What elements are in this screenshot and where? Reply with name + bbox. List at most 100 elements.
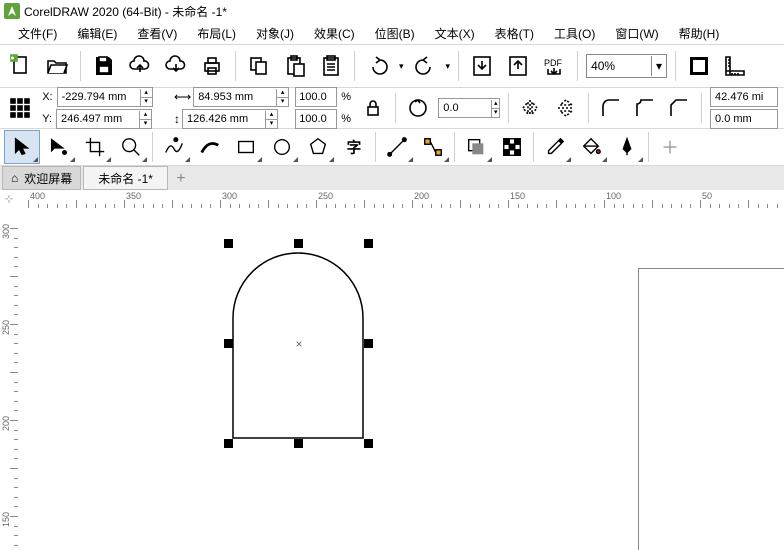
menu-table[interactable]: 表格(T) [485,23,544,44]
shape-tool[interactable] [42,131,76,163]
tab-welcome[interactable]: ⌂ 欢迎屏幕 [2,166,81,190]
menu-bar: 文件(F) 编辑(E) 查看(V) 布局(L) 对象(J) 效果(C) 位图(B… [0,22,784,44]
export-button[interactable] [503,51,533,81]
standard-toolbar: ▾ ▾ PDF ▾ [0,44,784,88]
separator [588,93,589,123]
menu-tool[interactable]: 工具(O) [544,23,605,44]
width-input[interactable] [194,89,276,105]
cloud-download-button[interactable] [161,51,191,81]
connector-tool[interactable] [416,131,450,163]
dropdown-icon[interactable]: ▾ [399,61,404,72]
save-button[interactable] [89,51,119,81]
width-icon: ⟷ [174,90,191,104]
selection-handle[interactable] [364,339,373,348]
drop-shadow-tool[interactable] [459,131,493,163]
selection-handle[interactable] [224,339,233,348]
x-input[interactable] [58,89,140,105]
mirror-v-button[interactable] [551,93,579,123]
paste-button[interactable] [280,51,310,81]
selection-center: × [295,337,302,351]
rotation-input[interactable] [439,100,491,116]
property-bar: X:▴▾ Y:▴▾ ⟷▴▾ ↕▴▾ % % ▴▾ [0,88,784,129]
add-tab-button[interactable]: + [170,168,192,190]
y-input[interactable] [57,111,139,127]
open-button[interactable] [42,51,72,81]
mirror-h-button[interactable] [517,93,545,123]
outline-pen-tool[interactable] [610,131,644,163]
dimension-tool[interactable] [380,131,414,163]
zoom-input[interactable] [587,56,651,76]
page-edge [638,268,784,550]
separator [458,51,459,81]
menu-edit[interactable]: 编辑(E) [67,23,127,44]
selection-handle[interactable] [224,439,233,448]
copy-button[interactable] [244,51,274,81]
corner-chamfer-button[interactable] [665,93,693,123]
outline-offset-input[interactable] [711,111,777,127]
pick-tool[interactable] [4,130,40,164]
print-button[interactable] [197,51,227,81]
zoom-tool[interactable] [114,131,148,163]
menu-bitmap[interactable]: 位图(B) [365,23,425,44]
rectangle-tool[interactable] [229,131,263,163]
cloud-upload-button[interactable] [125,51,155,81]
add-tool[interactable] [653,131,687,163]
menu-window[interactable]: 窗口(W) [605,23,668,44]
selection-handle[interactable] [364,239,373,248]
corner-scallop-button[interactable] [631,93,659,123]
selection-handle[interactable] [294,239,303,248]
selection-handle[interactable] [224,239,233,248]
svg-text:PDF: PDF [544,58,563,68]
fill-tool[interactable] [574,131,608,163]
menu-text[interactable]: 文本(X) [425,23,485,44]
fullscreen-button[interactable] [684,51,714,81]
scale-x-input[interactable] [296,89,336,105]
horizontal-ruler[interactable]: 400350300250200150100500 [18,190,784,209]
transparency-tool[interactable] [495,131,529,163]
menu-object[interactable]: 对象(J) [246,23,304,44]
menu-help[interactable]: 帮助(H) [669,23,730,44]
lock-ratio-button[interactable] [359,93,387,123]
import-button[interactable] [467,51,497,81]
canvas[interactable]: × [18,208,784,550]
eyedropper-tool[interactable] [538,131,572,163]
clipboard-button[interactable] [316,51,346,81]
tab-label: 欢迎屏幕 [24,170,72,187]
menu-effect[interactable]: 效果(C) [304,23,365,44]
separator [375,132,376,162]
selection-handle[interactable] [364,439,373,448]
artistic-media-tool[interactable] [193,131,227,163]
outline-width-input[interactable] [711,89,777,105]
selection-handle[interactable] [294,439,303,448]
scale-y-input[interactable] [296,111,336,127]
y-label: Y: [40,113,54,125]
zoom-combo[interactable]: ▾ [586,54,667,78]
menu-layout[interactable]: 布局(L) [187,23,246,44]
rulers-button[interactable] [720,51,750,81]
redo-button[interactable] [410,51,440,81]
separator [577,51,578,81]
dropdown-icon[interactable]: ▾ [446,61,451,72]
ellipse-tool[interactable] [265,131,299,163]
corner-round-button[interactable] [597,93,625,123]
height-input[interactable] [183,111,265,127]
polygon-tool[interactable] [301,131,335,163]
separator [648,132,649,162]
pdf-button[interactable]: PDF [539,51,569,81]
chevron-down-icon[interactable]: ▾ [651,56,666,76]
ruler-origin[interactable]: ⊹ [0,190,19,209]
freehand-tool[interactable] [157,131,191,163]
text-tool[interactable]: 字 [337,131,371,163]
undo-button[interactable] [363,51,393,81]
new-button[interactable] [6,51,36,81]
separator [533,132,534,162]
vertical-ruler[interactable]: 300250200150 [0,208,19,550]
tab-label: 未命名 -1* [98,170,153,187]
tab-document[interactable]: 未命名 -1* [83,166,168,190]
rotation-icon [404,93,432,123]
menu-file[interactable]: 文件(F) [8,23,67,44]
height-icon: ↕ [174,112,180,126]
crop-tool[interactable] [78,131,112,163]
separator [508,93,509,123]
menu-view[interactable]: 查看(V) [127,23,187,44]
